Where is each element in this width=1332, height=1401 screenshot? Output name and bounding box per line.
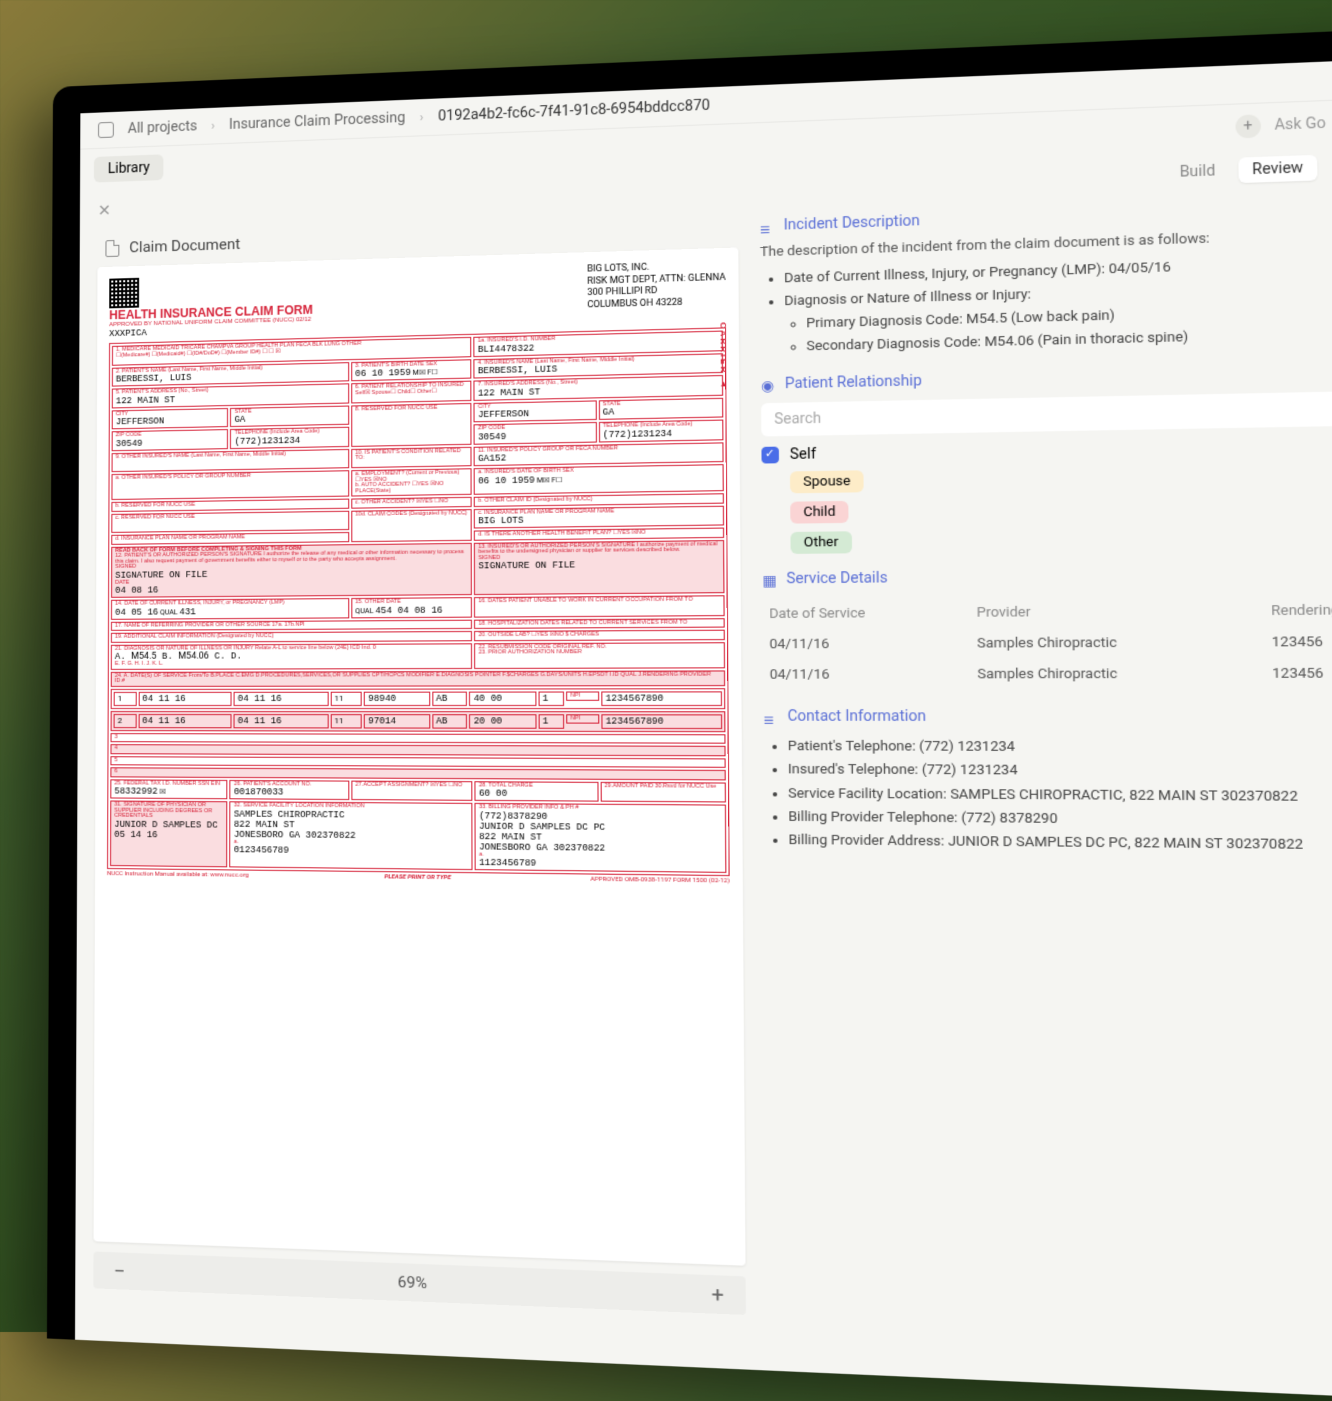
zoom-in-button[interactable]: + <box>711 1282 724 1308</box>
doc-title: Claim Document <box>129 235 240 256</box>
app-icon <box>98 122 114 138</box>
service-details-panel: Service Details Date of ServiceProviderR… <box>762 565 1332 691</box>
contact-item: Insured's Telephone: (772) 1231234 <box>788 759 1332 786</box>
chevron-icon: › <box>420 110 424 124</box>
lines-icon <box>760 220 775 233</box>
zoom-out-button[interactable]: − <box>114 1258 126 1283</box>
carrier-address: BIG LOTS, INC.RISK MGT DEPT, ATTN: GLENN… <box>587 260 726 327</box>
crumb-1[interactable]: All projects <box>128 118 198 137</box>
crumb-2[interactable]: Insurance Claim Processing <box>229 110 405 133</box>
ask-go-button[interactable]: Ask Go <box>1274 115 1326 134</box>
relationship-option-spouse[interactable]: Spouse <box>762 462 1332 494</box>
form-viewer[interactable]: CARRIER ▲ HEALTH INSURANCE CLAIM FORM AP… <box>94 248 746 1266</box>
relationship-option-other[interactable]: Other <box>762 525 1332 555</box>
crumb-3: 0192a4b2-fc6c-7f41-91c8-6954bddcc870 <box>438 97 710 124</box>
tab-build[interactable]: Build <box>1179 163 1215 181</box>
contact-panel: Contact Information Patient's Telephone:… <box>763 708 1332 858</box>
close-icon[interactable]: ✕ <box>98 200 111 219</box>
add-button[interactable]: + <box>1235 114 1261 138</box>
document-icon <box>105 239 119 256</box>
grid-icon <box>762 573 777 586</box>
table-row[interactable]: 04/11/16Samples Chiropractic123456 <box>765 659 1332 689</box>
user-icon <box>761 378 776 391</box>
contact-item: Patient's Telephone: (772) 1231234 <box>788 736 1332 762</box>
lines-icon <box>763 711 778 724</box>
library-button[interactable]: Library <box>94 154 164 182</box>
zoom-level: 69% <box>398 1273 427 1293</box>
chevron-icon: › <box>211 119 215 133</box>
incident-panel: Incident Description The description of … <box>760 197 1332 360</box>
relationship-option-child[interactable]: Child <box>762 494 1332 525</box>
search-input[interactable]: Search <box>761 390 1332 437</box>
table-row[interactable]: 04/11/16Samples Chiropractic123456 <box>765 628 1332 660</box>
contact-item: Billing Provider Address: JUNIOR D SAMPL… <box>788 829 1332 859</box>
tab-review[interactable]: Review <box>1238 155 1317 183</box>
qr-code-icon <box>109 278 139 309</box>
checkbox-icon[interactable] <box>761 447 779 464</box>
relationship-panel: Patient Relationship Search Self Spouse … <box>761 362 1332 554</box>
relationship-option-self[interactable]: Self <box>761 436 1332 464</box>
